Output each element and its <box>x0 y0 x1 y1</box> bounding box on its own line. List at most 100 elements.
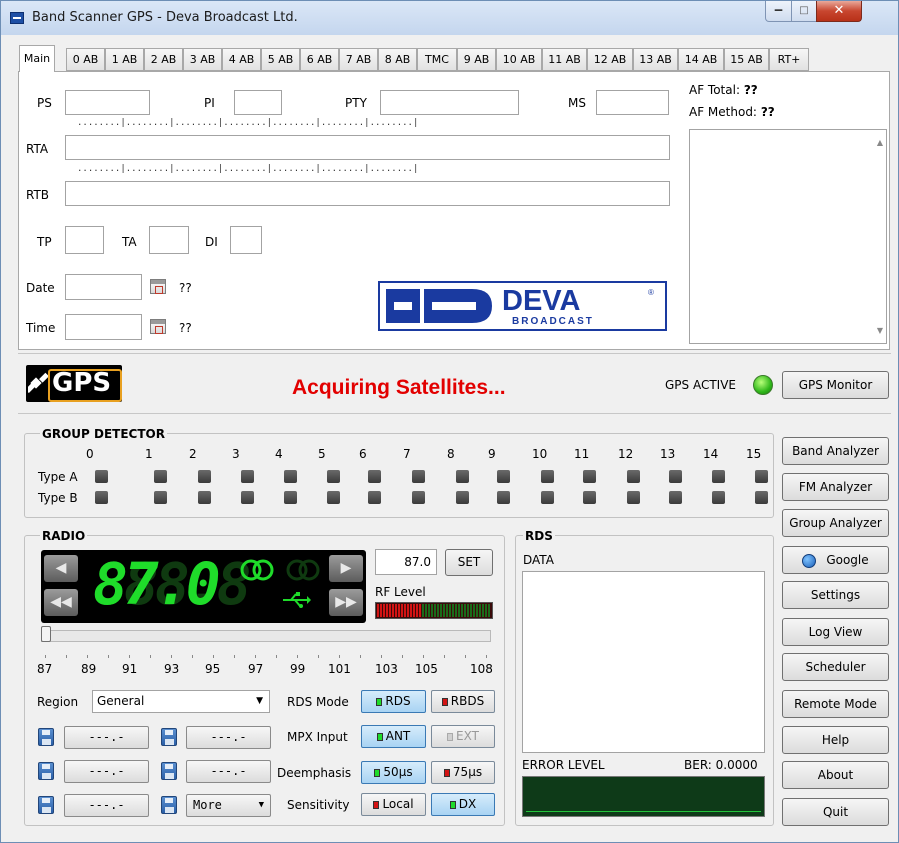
tab-6ab[interactable]: 6 AB <box>300 48 339 71</box>
save-icon[interactable] <box>38 728 54 746</box>
group-indicator-type-a <box>669 470 682 483</box>
tab-1ab[interactable]: 1 AB <box>105 48 144 71</box>
settings-button[interactable]: Settings <box>782 581 889 609</box>
tab-3ab[interactable]: 3 AB <box>183 48 222 71</box>
gps-status: Acquiring Satellites... <box>292 376 506 399</box>
more-presets-select[interactable]: More ▼ <box>186 794 271 817</box>
memory-preset-5[interactable]: ---.- <box>64 794 149 817</box>
logo-name: DEVA <box>502 285 580 317</box>
frequency-scale-label: 97 <box>248 662 264 676</box>
help-button[interactable]: Help <box>782 726 889 754</box>
frequency-slider-track[interactable] <box>41 630 491 642</box>
set-frequency-button[interactable]: SET <box>445 549 493 576</box>
group-analyzer-button[interactable]: Group Analyzer <box>782 509 889 537</box>
deemphasis-50-button[interactable]: 50µs <box>361 761 426 784</box>
tab-2ab[interactable]: 2 AB <box>144 48 183 71</box>
tp-label: TP <box>37 235 52 249</box>
af-list[interactable]: ▲ ▼ <box>689 129 887 344</box>
about-button[interactable]: About <box>782 761 889 789</box>
tab-14ab[interactable]: 14 AB <box>678 48 724 71</box>
af-total-value: ?? <box>743 83 758 97</box>
calendar-icon[interactable] <box>150 319 166 334</box>
frequency-input[interactable]: 87.0 <box>375 549 437 575</box>
scale-tick <box>171 655 172 658</box>
band-analyzer-button[interactable]: Band Analyzer <box>782 437 889 465</box>
tab-0ab[interactable]: 0 AB <box>66 48 105 71</box>
ps-label: PS <box>37 96 52 110</box>
fm-analyzer-button[interactable]: FM Analyzer <box>782 473 889 501</box>
prev-station-button[interactable]: ◀ <box>44 555 78 582</box>
rds-mode-rds-button[interactable]: RDS <box>361 690 426 713</box>
rf-level-segment <box>443 604 445 617</box>
tab-13ab[interactable]: 13 AB <box>633 48 678 71</box>
log-view-button[interactable]: Log View <box>782 618 889 646</box>
ta-field[interactable] <box>149 226 189 254</box>
tab-9ab[interactable]: 9 AB <box>457 48 496 71</box>
title-bar[interactable]: Band Scanner GPS - Deva Broadcast Ltd. ‒… <box>1 1 898 35</box>
group-indicator-type-b <box>327 491 340 504</box>
sensitivity-dx-button[interactable]: DX <box>431 793 495 816</box>
group-indicator-type-b <box>456 491 469 504</box>
minimize-button[interactable]: ‒ <box>765 1 792 22</box>
remote-mode-button[interactable]: Remote Mode <box>782 690 889 718</box>
tab-5ab[interactable]: 5 AB <box>261 48 300 71</box>
pty-field[interactable] <box>380 90 519 115</box>
quit-button[interactable]: Quit <box>782 798 889 826</box>
pi-field[interactable] <box>234 90 282 115</box>
close-button[interactable]: ✕ <box>816 1 862 22</box>
di-field[interactable] <box>230 226 262 254</box>
pi-label: PI <box>204 96 215 110</box>
tab-rtplus[interactable]: RT+ <box>769 48 809 71</box>
tab-main[interactable]: Main <box>19 45 55 72</box>
date-field[interactable] <box>65 274 142 300</box>
google-button[interactable]: Google <box>782 546 889 574</box>
tab-10ab[interactable]: 10 AB <box>496 48 542 71</box>
calendar-icon[interactable] <box>150 279 166 294</box>
sensitivity-local-button[interactable]: Local <box>361 793 426 816</box>
group-indicator-type-b <box>95 491 108 504</box>
scale-tick <box>276 655 277 658</box>
tab-12ab[interactable]: 12 AB <box>587 48 633 71</box>
seek-up-button[interactable]: ▶▶ <box>329 589 363 616</box>
deemphasis-75-button[interactable]: 75µs <box>431 761 495 784</box>
memory-preset-2[interactable]: ---.- <box>186 726 271 749</box>
ext-button-label: EXT <box>456 729 479 743</box>
save-icon[interactable] <box>38 796 54 814</box>
save-icon[interactable] <box>161 762 177 780</box>
rta-field[interactable] <box>65 135 670 160</box>
scale-tick <box>45 655 46 658</box>
rds-data-box[interactable] <box>522 571 765 753</box>
memory-preset-1[interactable]: ---.- <box>64 726 149 749</box>
rds-mode-rbds-button[interactable]: RBDS <box>431 690 495 713</box>
seek-down-button[interactable]: ◀◀ <box>44 589 78 616</box>
save-icon[interactable] <box>161 796 177 814</box>
tab-7ab[interactable]: 7 AB <box>339 48 378 71</box>
memory-preset-4[interactable]: ---.- <box>186 760 271 783</box>
time-field[interactable] <box>65 314 142 340</box>
tab-11ab[interactable]: 11 AB <box>542 48 587 71</box>
maximize-button[interactable]: □ <box>791 1 817 22</box>
tab-8ab[interactable]: 8 AB <box>378 48 417 71</box>
save-icon[interactable] <box>161 728 177 746</box>
group-indicator-type-a <box>497 470 510 483</box>
tab-15ab[interactable]: 15 AB <box>724 48 769 71</box>
gps-monitor-button[interactable]: GPS Monitor <box>782 371 889 399</box>
mpx-ext-button[interactable]: EXT <box>431 725 495 748</box>
ps-field[interactable] <box>65 90 150 115</box>
scroll-up-icon[interactable]: ▲ <box>877 138 883 147</box>
rf-level-segment <box>440 604 442 617</box>
tab-tmc[interactable]: TMC <box>417 48 457 71</box>
frequency-slider-thumb[interactable] <box>41 626 51 642</box>
memory-preset-3[interactable]: ---.- <box>64 760 149 783</box>
region-select[interactable]: General ▼ <box>92 690 270 713</box>
ms-field[interactable] <box>596 90 669 115</box>
group-indicator-type-b <box>241 491 254 504</box>
next-station-button[interactable]: ▶ <box>329 555 363 582</box>
mpx-ant-button[interactable]: ANT <box>361 725 426 748</box>
scroll-down-icon[interactable]: ▼ <box>877 326 883 335</box>
scheduler-button[interactable]: Scheduler <box>782 653 889 681</box>
save-icon[interactable] <box>38 762 54 780</box>
tp-field[interactable] <box>65 226 104 254</box>
tab-4ab[interactable]: 4 AB <box>222 48 261 71</box>
rtb-field[interactable] <box>65 181 670 206</box>
